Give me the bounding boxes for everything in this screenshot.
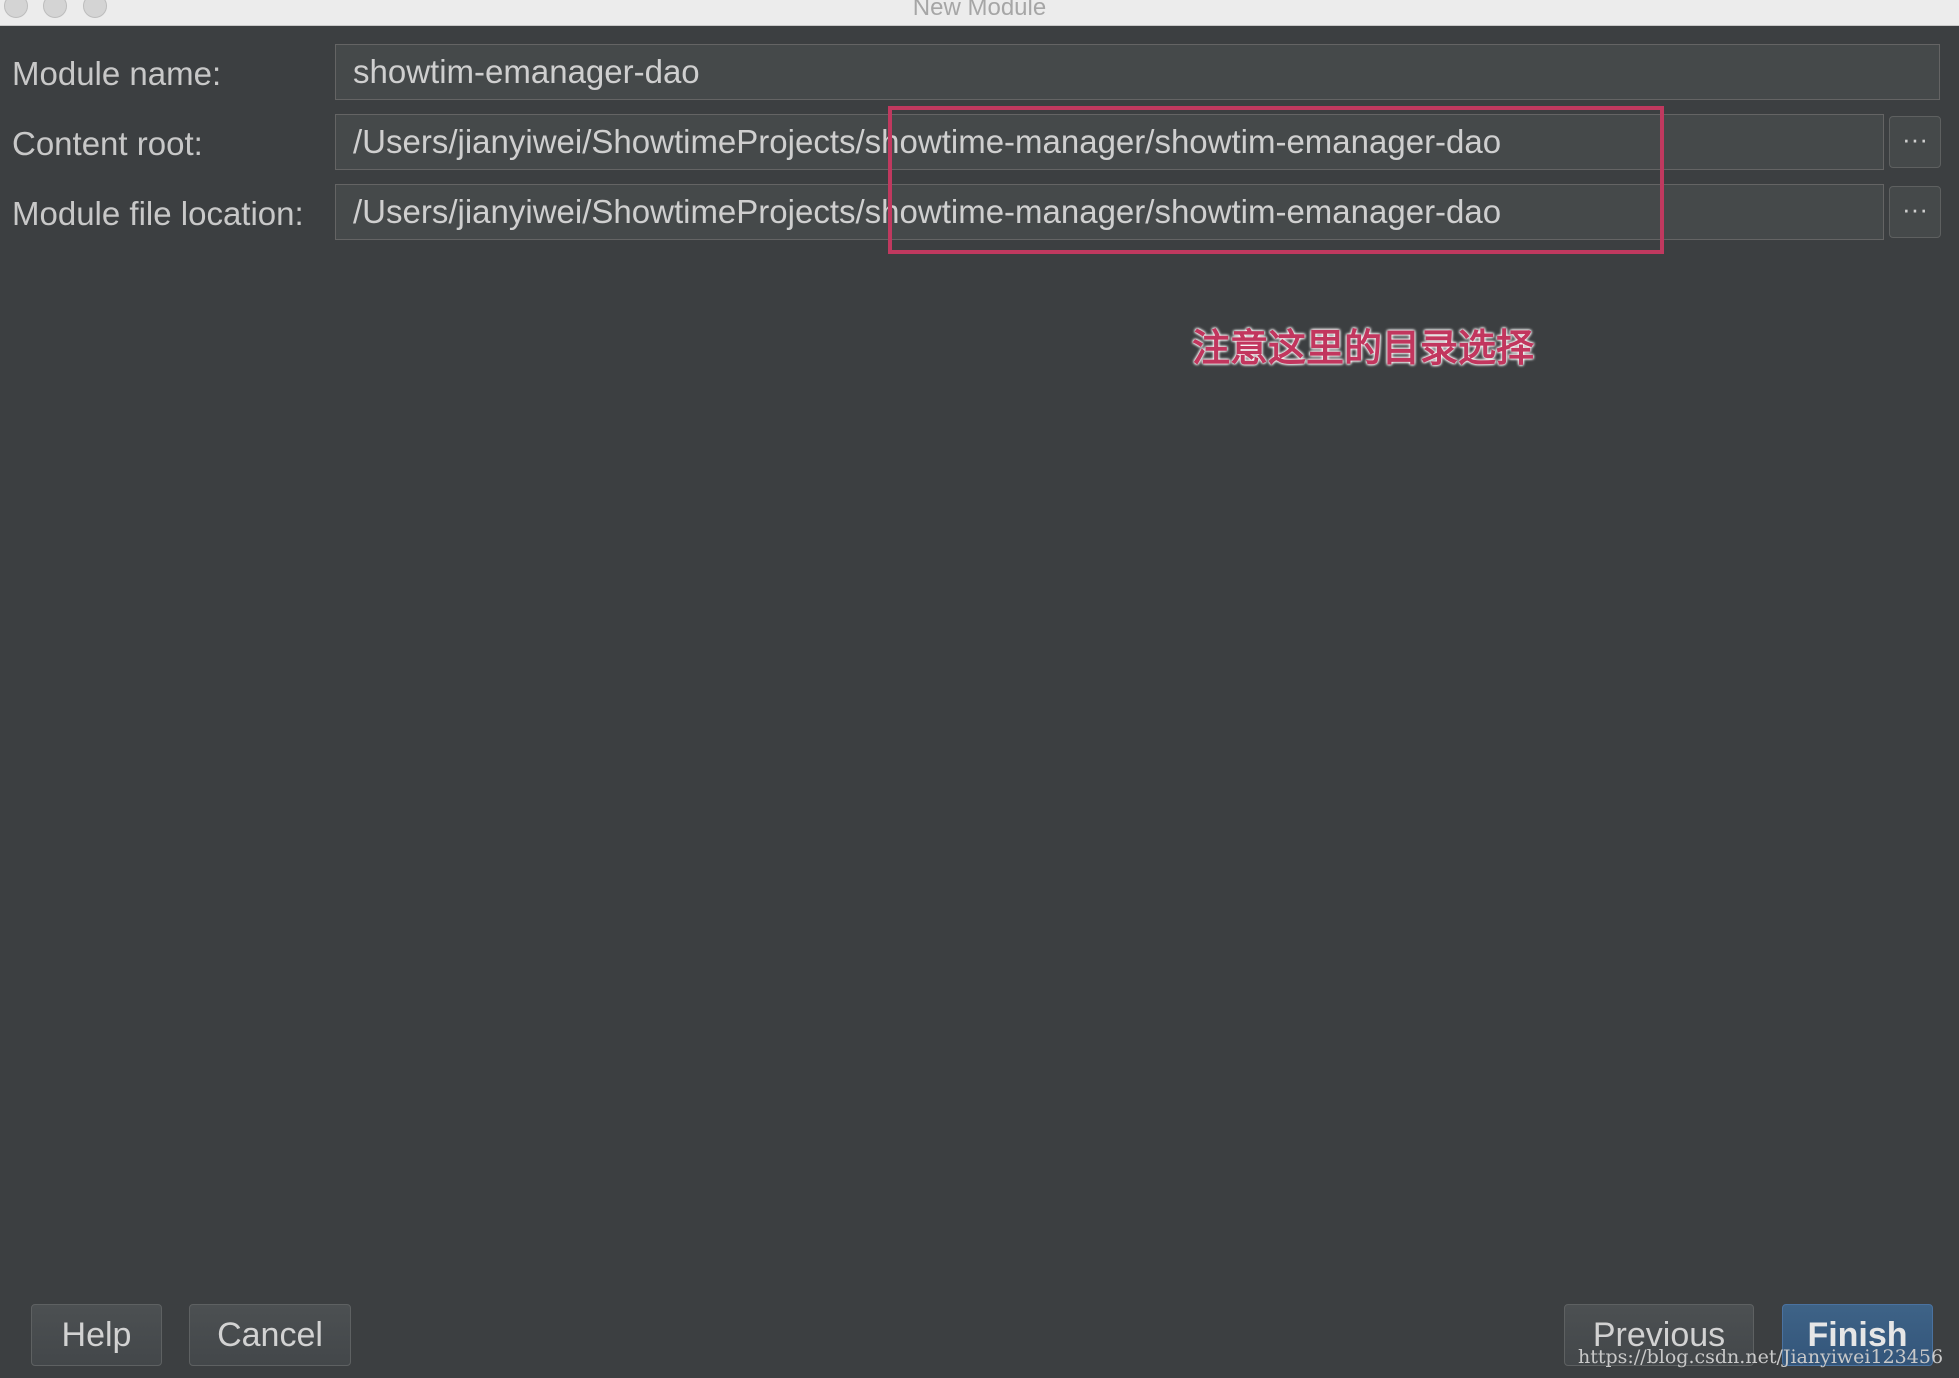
- module-file-location-label: Module file location:: [12, 195, 304, 232]
- annotation-text: 注意这里的目录选择: [1192, 328, 1535, 370]
- title-bar: New Module: [0, 0, 1959, 26]
- content-root-label: Content root:: [12, 125, 203, 162]
- module-file-location-browse-button[interactable]: ···: [1889, 186, 1941, 238]
- content-root-browse-button[interactable]: ···: [1889, 116, 1941, 168]
- module-file-location-row: Module file location: /Users/jianyiwei/S…: [0, 184, 1959, 240]
- help-button[interactable]: Help: [31, 1304, 162, 1366]
- module-name-row: Module name: showtim-emanager-dao: [0, 44, 1959, 100]
- module-name-input[interactable]: showtim-emanager-dao: [335, 44, 1940, 100]
- module-file-location-input[interactable]: /Users/jianyiwei/ShowtimeProjects/showti…: [335, 184, 1884, 240]
- cancel-button[interactable]: Cancel: [189, 1304, 351, 1366]
- new-module-dialog: New Module Module name: showtim-emanager…: [0, 0, 1959, 1378]
- content-root-row: Content root: /Users/jianyiwei/ShowtimeP…: [0, 114, 1959, 170]
- content-root-input[interactable]: /Users/jianyiwei/ShowtimeProjects/showti…: [335, 114, 1884, 170]
- window-title: New Module: [912, 0, 1047, 21]
- watermark-url: https://blog.csdn.net/Jianyiwei123456: [1578, 1346, 1944, 1368]
- module-name-label: Module name:: [12, 55, 222, 92]
